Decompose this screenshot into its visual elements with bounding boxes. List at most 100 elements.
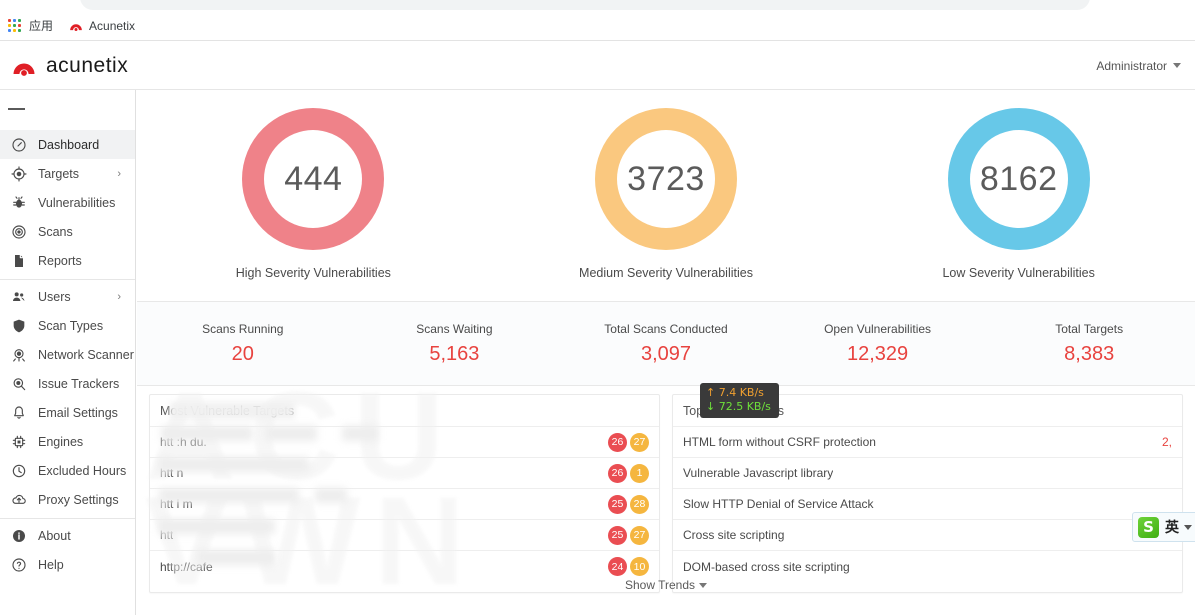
gauge-icon bbox=[8, 136, 30, 154]
sidebar-item-label: Proxy Settings bbox=[38, 493, 119, 507]
chevron-right-icon: › bbox=[117, 291, 121, 303]
target-url[interactable]: http://cafe bbox=[160, 560, 213, 574]
browser-reload-button[interactable]: ⟳ bbox=[58, 0, 69, 3]
table-row[interactable]: htt 2527 bbox=[150, 520, 659, 551]
table-row[interactable]: Cross site scripting bbox=[673, 520, 1182, 551]
sidebar-item-issue-trackers[interactable]: Issue Trackers bbox=[0, 369, 135, 398]
question-icon bbox=[8, 556, 30, 574]
network-download-speed: ↓ 72.5 KB/s bbox=[706, 400, 771, 414]
vulnerability-count: 2, bbox=[1162, 435, 1172, 449]
sidebar-item-scan-types[interactable]: Scan Types bbox=[0, 311, 135, 340]
sidebar-item-label: Scans bbox=[38, 225, 73, 239]
vulnerability-name[interactable]: HTML form without CSRF protection bbox=[683, 435, 876, 449]
table-row[interactable]: htt n 261 bbox=[150, 458, 659, 489]
browser-forward-button[interactable]: › bbox=[34, 0, 38, 2]
sidebar-item-label: Dashboard bbox=[38, 138, 99, 152]
target-url[interactable]: htt i m bbox=[160, 497, 193, 511]
donut-card-low: 8162 Low Severity Vulnerabilities bbox=[842, 90, 1195, 280]
targets-panel-title: Most Vulnerable Targets bbox=[150, 395, 659, 427]
sidebar-item-dashboard[interactable]: Dashboard bbox=[0, 130, 135, 159]
sidebar-item-label: Email Settings bbox=[38, 406, 118, 420]
app-header: acunetix Administrator bbox=[0, 42, 1195, 90]
stat-label: Total Scans Conducted bbox=[560, 322, 772, 336]
sogou-logo-icon[interactable]: S bbox=[1138, 517, 1159, 538]
medium-severity-donut: 3723 bbox=[595, 108, 737, 250]
sidebar-item-email-settings[interactable]: Email Settings bbox=[0, 398, 135, 427]
table-row[interactable]: HTML form without CSRF protection 2, bbox=[673, 427, 1182, 458]
sidebar-item-network-scanner[interactable]: Network Scanner bbox=[0, 340, 135, 369]
ime-language-indicator[interactable]: 英 bbox=[1165, 517, 1179, 537]
sidebar-item-targets[interactable]: Targets› bbox=[0, 159, 135, 188]
severity-donut-row: 444 High Severity Vulnerabilities 3723 M… bbox=[137, 90, 1195, 302]
sidebar-item-excluded-hours[interactable]: Excluded Hours bbox=[0, 456, 135, 485]
sidebar-item-reports[interactable]: Reports bbox=[0, 246, 135, 275]
sidebar-item-label: Scan Types bbox=[38, 319, 103, 333]
sidebar-toggle-button[interactable] bbox=[0, 90, 135, 128]
sidebar-item-scans[interactable]: Scans bbox=[0, 217, 135, 246]
target-url[interactable]: htt bbox=[160, 528, 173, 542]
sidebar-item-vulnerabilities[interactable]: Vulnerabilities bbox=[0, 188, 135, 217]
chevron-down-icon bbox=[1173, 63, 1181, 68]
sidebar-item-engines[interactable]: Engines bbox=[0, 427, 135, 456]
sogou-ime-bar[interactable]: S 英 bbox=[1132, 512, 1195, 542]
table-row[interactable]: Vulnerable Javascript library bbox=[673, 458, 1182, 489]
sidebar-group-2: About Help bbox=[0, 519, 135, 583]
sidebar-item-proxy-settings[interactable]: Proxy Settings bbox=[0, 485, 135, 514]
network-scanner-icon bbox=[8, 346, 30, 364]
stat-label: Open Vulnerabilities bbox=[772, 322, 984, 336]
stat-total-scans-conducted: Total Scans Conducted3,097 bbox=[560, 322, 772, 366]
chevron-down-icon[interactable] bbox=[1184, 525, 1192, 530]
table-row[interactable]: htt i m 2528 bbox=[150, 489, 659, 520]
top-vulnerabilities-panel: Top Vulnerabilities HTML form without CS… bbox=[672, 394, 1183, 593]
most-vulnerable-targets-panel: Most Vulnerable Targets htt :h du.2627ht… bbox=[149, 394, 660, 593]
sidebar-item-users[interactable]: Users› bbox=[0, 282, 135, 311]
stat-open-vulnerabilities: Open Vulnerabilities 12,329 bbox=[772, 322, 984, 366]
stat-label: Total Targets bbox=[983, 322, 1195, 336]
badge-high-severity: 25 bbox=[608, 526, 627, 545]
vulnerability-name[interactable]: DOM-based cross site scripting bbox=[683, 560, 850, 574]
vulnerability-name[interactable]: Slow HTTP Denial of Service Attack bbox=[683, 497, 874, 511]
sidebar-item-label: About bbox=[38, 529, 71, 543]
users-icon bbox=[8, 288, 30, 306]
apps-label[interactable]: 应用 bbox=[29, 17, 53, 34]
browser-profile-icon[interactable]: ◔ bbox=[1159, 0, 1167, 2]
show-trends-button[interactable]: Show Trends bbox=[137, 578, 1195, 592]
bookmark-label: Acunetix bbox=[89, 19, 135, 33]
show-trends-label: Show Trends bbox=[625, 578, 695, 592]
stat-label: Scans Running bbox=[137, 322, 349, 336]
user-menu[interactable]: Administrator bbox=[1096, 59, 1181, 73]
bookmarks-bar: 应用 Acunetix bbox=[0, 11, 1195, 41]
table-row[interactable]: Slow HTTP Denial of Service Attack bbox=[673, 489, 1182, 520]
browser-menu-icon[interactable]: ⋮ bbox=[1181, 0, 1194, 3]
sidebar-item-label: Help bbox=[38, 558, 64, 572]
browser-back-button[interactable]: ‹ bbox=[8, 0, 12, 2]
brand[interactable]: acunetix bbox=[12, 54, 128, 78]
badge-high-severity: 26 bbox=[608, 433, 627, 452]
clock-icon bbox=[8, 462, 30, 480]
stat-value: 12,329 bbox=[772, 343, 984, 366]
sidebar-item-label: Targets bbox=[38, 167, 79, 181]
browser-address-pill[interactable] bbox=[80, 0, 1090, 10]
stats-strip: Scans Running20Scans Waiting5,163Total S… bbox=[137, 302, 1195, 386]
target-url[interactable]: htt n bbox=[160, 466, 183, 480]
target-icon bbox=[8, 165, 30, 183]
apps-grid-icon[interactable] bbox=[8, 19, 22, 33]
table-row[interactable]: htt :h du. 2627 bbox=[150, 427, 659, 458]
sidebar-item-help[interactable]: Help bbox=[0, 550, 135, 579]
browser-extensions-icon[interactable]: ⊞ bbox=[1136, 0, 1147, 3]
target-url[interactable]: htt :h du. bbox=[160, 435, 207, 449]
sidebar-item-label: Reports bbox=[38, 254, 82, 268]
bookmark-item-acunetix[interactable]: Acunetix bbox=[69, 19, 135, 33]
badge-medium-severity: 27 bbox=[630, 433, 649, 452]
badge-medium-severity: 27 bbox=[630, 526, 649, 545]
vulnerability-name[interactable]: Vulnerable Javascript library bbox=[683, 466, 833, 480]
severity-badges: 261 bbox=[608, 464, 649, 483]
high-severity-value: 444 bbox=[284, 160, 342, 199]
sidebar-item-about[interactable]: About bbox=[0, 521, 135, 550]
browser-star-icon[interactable]: ☆ bbox=[1110, 0, 1122, 3]
donut-card-high: 444 High Severity Vulnerabilities bbox=[137, 90, 490, 280]
vulnerability-name[interactable]: Cross site scripting bbox=[683, 528, 784, 542]
severity-badges: 2528 bbox=[608, 495, 649, 514]
magnifier-bug-icon bbox=[8, 375, 30, 393]
dashboard-panels: Most Vulnerable Targets htt :h du.2627ht… bbox=[137, 386, 1195, 593]
